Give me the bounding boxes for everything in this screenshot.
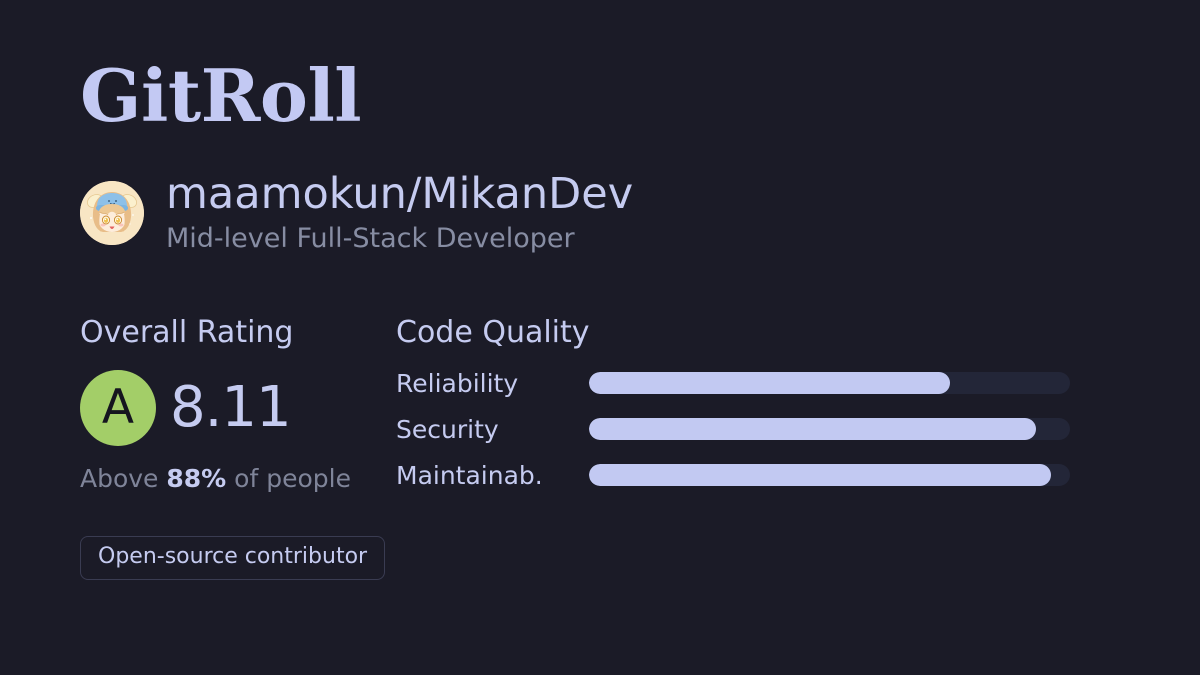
code-quality-block: Code Quality Reliability Security Mainta… [396,315,1086,490]
metric-fill [589,418,1037,440]
tag-open-source-contributor[interactable]: Open-source contributor [80,536,386,580]
percentile-suffix: of people [226,464,351,493]
metric-label: Reliability [396,368,519,398]
metric-track [589,418,1070,440]
code-quality-heading: Code Quality [396,315,590,350]
metric-row-reliability: Reliability [396,368,1086,398]
percentile-value: 88% [166,464,227,493]
metric-fill [589,464,1051,486]
code-quality-bars: Reliability Security Maintainab. [396,368,1086,490]
metric-row-security: Security [396,414,1086,444]
grade-letter: A [101,379,135,435]
avatar [80,180,144,245]
overall-rating-heading: Overall Rating [80,315,294,350]
metric-row-maintainability: Maintainab. [396,460,1086,490]
profile-identity: maamokun/MikanDev Mid-level Full-Stack D… [80,171,633,255]
metric-track [589,372,1070,394]
percentile-prefix: Above [80,464,167,493]
identity-text: maamokun/MikanDev Mid-level Full-Stack D… [166,171,633,255]
brand-logo[interactable]: GitRoll [80,60,362,132]
metric-fill [589,372,950,394]
percentile-text: Above 88% of people [80,466,380,491]
avatar-image [80,180,144,245]
tag-list: Open-source contributor [80,536,386,580]
metric-label: Maintainab. [396,460,543,490]
gitroll-profile-card: GitRoll maamokun/MikanDev Mid-level Full… [0,0,1200,675]
overall-score: 8.11 [170,375,292,440]
metric-track [589,464,1070,486]
profile-subtitle: Mid-level Full-Stack Developer [166,223,575,255]
overall-rating-row: A 8.11 [80,370,380,446]
overall-rating-block: Overall Rating A 8.11 Above 88% of peopl… [80,318,380,491]
profile-username[interactable]: maamokun/MikanDev [166,171,633,217]
metric-label: Security [396,414,499,444]
grade-badge: A [80,370,156,446]
